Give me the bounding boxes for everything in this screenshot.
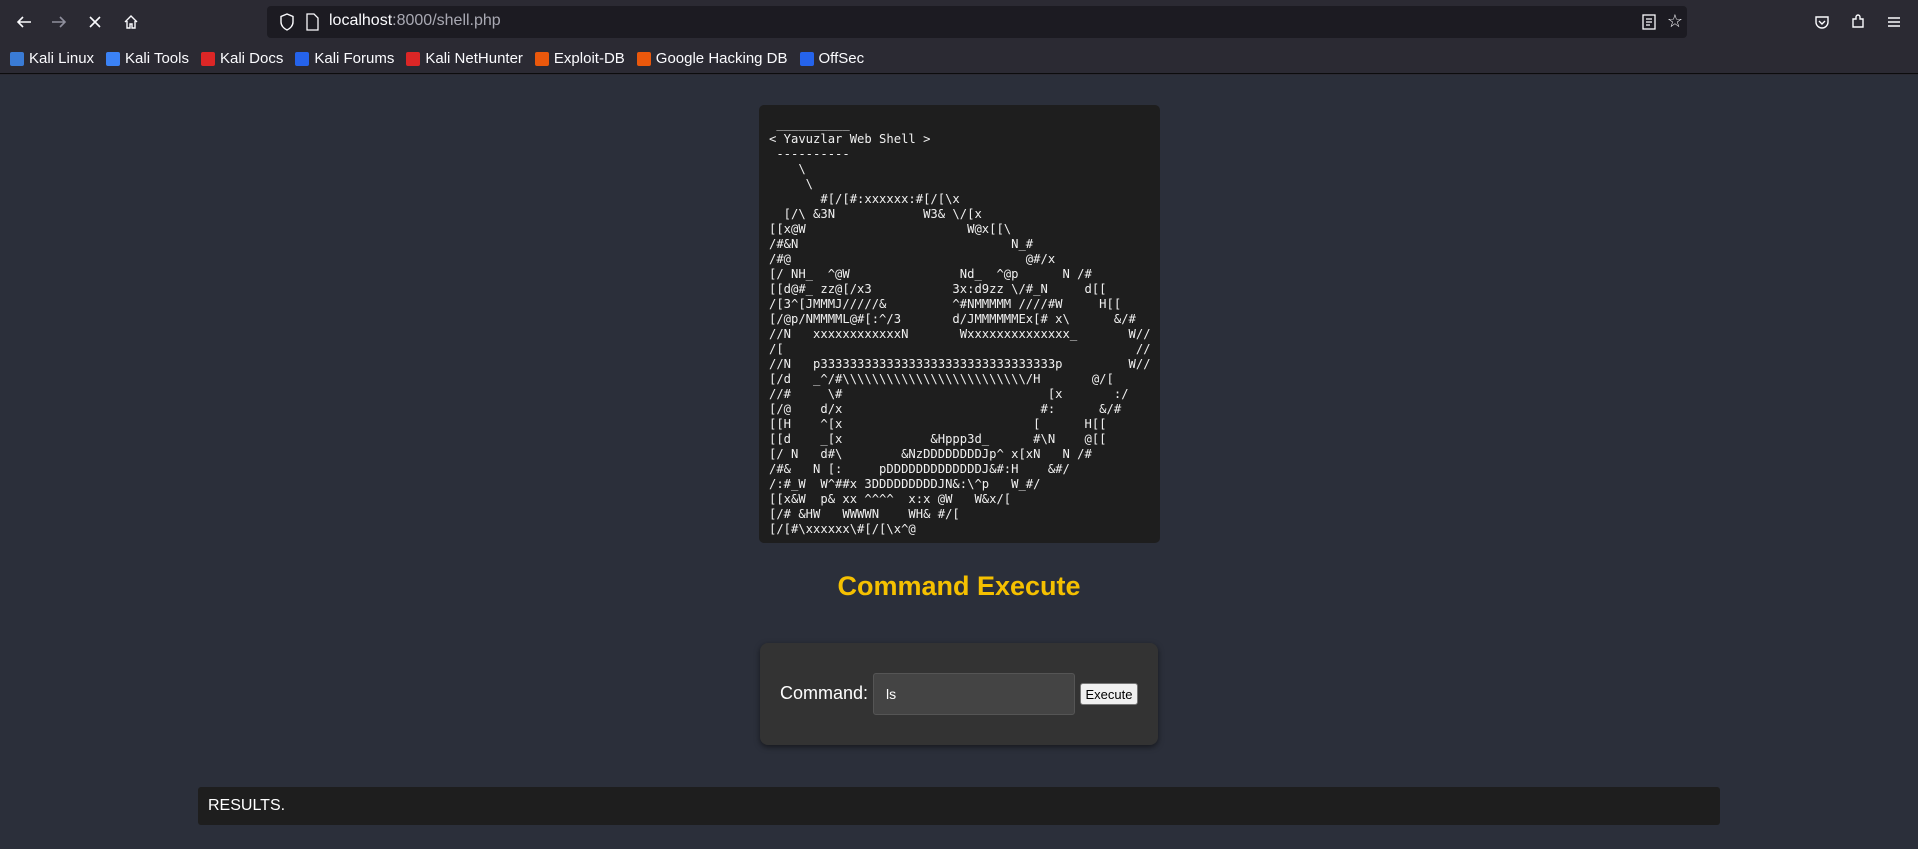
- bookmark-star-icon[interactable]: ☆: [1667, 11, 1683, 32]
- bookmark-item[interactable]: Kali Forums: [295, 50, 394, 67]
- bookmark-item[interactable]: Kali Tools: [106, 50, 189, 67]
- bookmark-item[interactable]: Exploit-DB: [534, 50, 625, 67]
- bookmark-label: Kali Docs: [219, 50, 284, 67]
- offsec-icon: [799, 51, 814, 66]
- bookmarks-toolbar: Kali Linux Kali Tools Kali Docs Kali Forums…: [0, 44, 1918, 74]
- bookmark-item[interactable]: Kali Linux: [10, 50, 94, 67]
- command-input[interactable]: [873, 673, 1075, 715]
- exploit-db-icon: [534, 51, 549, 66]
- ascii-art-text: __________ < Yavuzlar Web Shell > ------…: [769, 117, 1151, 536]
- results-text: RESULTS.: [208, 797, 286, 814]
- back-button[interactable]: [10, 8, 38, 36]
- pocket-icon[interactable]: [1810, 10, 1834, 34]
- home-button[interactable]: [117, 8, 145, 36]
- url-path: :8000/shell.php: [392, 12, 501, 29]
- kali-forums-icon: [295, 51, 310, 66]
- extensions-icon[interactable]: [1846, 10, 1870, 34]
- url-text: localhost:8000/shell.php: [329, 12, 501, 30]
- back-arrow-icon: [16, 16, 31, 28]
- bookmark-label: Kali Linux: [29, 50, 95, 67]
- bookmark-label: OffSec: [818, 50, 865, 67]
- address-bar[interactable]: localhost:8000/shell.php ☆: [267, 6, 1687, 38]
- ghdb-icon: [636, 51, 651, 66]
- stop-loading-button[interactable]: [81, 8, 109, 36]
- bookmark-item[interactable]: Google Hacking DB: [636, 50, 788, 67]
- execute-button[interactable]: Execute: [1080, 683, 1138, 705]
- browser-toolbar: localhost:8000/shell.php ☆: [0, 0, 1918, 44]
- url-host: localhost: [329, 12, 393, 29]
- kali-docs-icon: [200, 51, 215, 66]
- kali-tools-icon: [106, 51, 121, 66]
- results-panel: RESULTS.: [198, 787, 1720, 825]
- ascii-art-banner: __________ < Yavuzlar Web Shell > ------…: [759, 105, 1160, 543]
- kali-dragon-icon: [10, 51, 24, 66]
- command-form: Command: Execute: [760, 643, 1158, 745]
- bookmark-label: Exploit-DB: [553, 50, 625, 67]
- menu-icon[interactable]: [1882, 10, 1906, 34]
- shield-icon[interactable]: [279, 13, 295, 31]
- command-label: Command:: [780, 683, 869, 703]
- bookmark-label: Google Hacking DB: [655, 50, 788, 67]
- bookmark-item[interactable]: Kali Docs: [200, 50, 284, 67]
- page-content: __________ < Yavuzlar Web Shell > ------…: [0, 75, 1918, 849]
- bookmark-label: Kali Tools: [125, 50, 189, 67]
- bookmark-label: Kali NetHunter: [425, 50, 523, 67]
- bookmark-label: Kali Forums: [314, 50, 395, 67]
- kali-nethunter-icon: [406, 51, 421, 66]
- close-icon: [89, 16, 101, 28]
- home-icon: [124, 15, 138, 29]
- reader-view-icon[interactable]: [1641, 13, 1657, 31]
- bookmark-item[interactable]: OffSec: [799, 50, 865, 67]
- bookmark-item[interactable]: Kali NetHunter: [406, 50, 523, 67]
- page-title: Command Execute: [837, 571, 1081, 601]
- page-icon[interactable]: [305, 13, 319, 31]
- forward-arrow-icon: [52, 16, 67, 28]
- forward-button[interactable]: [45, 8, 73, 36]
